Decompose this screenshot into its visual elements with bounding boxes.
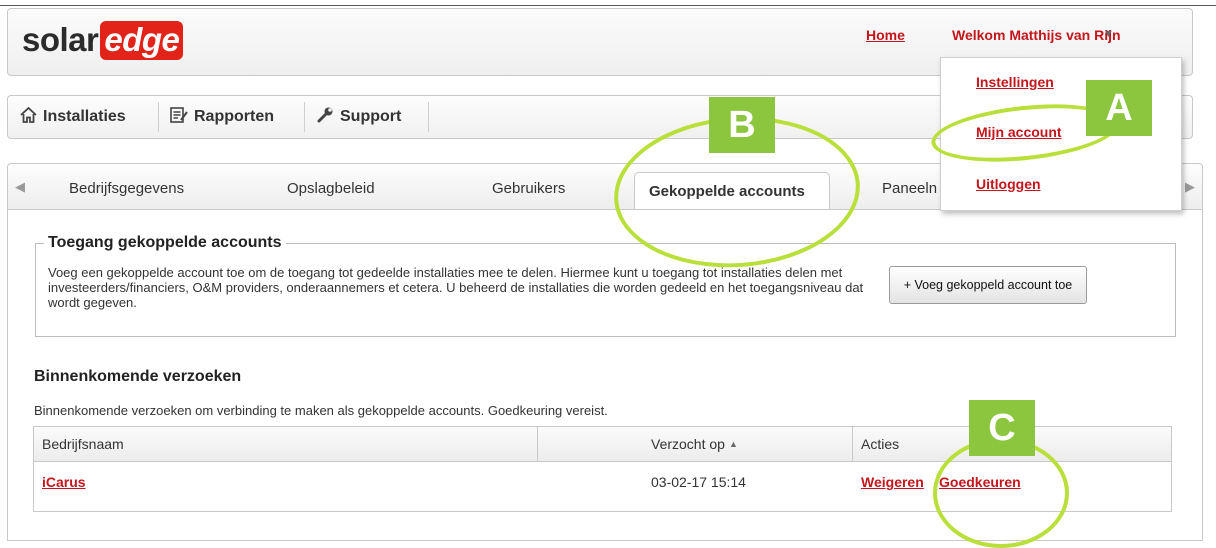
annotation-badge-b: B	[709, 97, 775, 153]
home-link[interactable]: Home	[866, 27, 905, 43]
approve-link[interactable]: Goedkeuren	[939, 474, 1021, 490]
column-divider	[537, 427, 538, 461]
logo-solar: solar	[22, 21, 99, 58]
access-title: Toegang gekoppelde accounts	[44, 234, 286, 252]
nav-label: Support	[340, 108, 402, 125]
access-description: Voeg een gekoppelde account toe om de to…	[48, 265, 864, 310]
requests-description: Binnenkomende verzoeken om verbinding te…	[34, 403, 608, 418]
chevron-down-icon[interactable]: ▼	[1103, 28, 1114, 40]
account-menu-toggle[interactable]: Welkom Matthijs van Rijn	[952, 27, 1121, 43]
sort-asc-icon: ▲	[728, 439, 738, 449]
column-header-actions: Acties	[861, 436, 900, 452]
menu-item-instellingen[interactable]: Instellingen	[976, 74, 1054, 90]
reject-link[interactable]: Weigeren	[861, 474, 924, 490]
nav-item-installaties[interactable]: Installaties	[20, 96, 126, 138]
report-icon	[170, 106, 188, 128]
nav-label: Installaties	[43, 108, 126, 125]
annotation-badge-a: A	[1086, 80, 1152, 136]
requests-title: Binnenkomende verzoeken	[34, 368, 242, 385]
nav-item-support[interactable]: Support	[317, 96, 401, 138]
add-linked-account-button[interactable]: + Voeg gekoppeld account toe	[889, 266, 1087, 304]
column-header-requested[interactable]: Verzocht op ▲	[651, 427, 738, 461]
top-divider	[0, 5, 1216, 6]
logo-edge: edge	[100, 21, 184, 60]
nav-divider	[304, 102, 305, 132]
tab-gekoppelde-accounts[interactable]: Gekoppelde accounts	[634, 172, 830, 210]
annotation-badge-c: C	[969, 400, 1035, 456]
tab-bedrijfsgegevens[interactable]: Bedrijfsgegevens	[69, 180, 184, 197]
solaredge-logo[interactable]: solar edge	[22, 21, 184, 60]
nav-item-rapporten[interactable]: Rapporten	[170, 96, 274, 138]
column-header-company[interactable]: Bedrijfsnaam	[42, 427, 124, 461]
nav-label: Rapporten	[194, 108, 274, 125]
nav-divider	[158, 102, 159, 132]
menu-item-mijn-account[interactable]: Mijn account	[976, 124, 1062, 140]
company-link[interactable]: iCarus	[42, 474, 86, 490]
menu-item-uitloggen[interactable]: Uitloggen	[976, 176, 1041, 192]
tab-gebruikers[interactable]: Gebruikers	[492, 180, 565, 197]
tab-paneelnaam[interactable]: Paneeln	[882, 180, 937, 197]
requested-date: 03-02-17 15:14	[651, 474, 746, 490]
column-divider	[852, 427, 853, 461]
tabs-scroll-left-icon[interactable]: ◀	[8, 164, 32, 210]
wrench-icon	[317, 106, 334, 128]
tab-opslagbeleid[interactable]: Opslagbeleid	[287, 180, 375, 197]
nav-divider	[428, 102, 429, 132]
home-icon	[20, 106, 37, 128]
